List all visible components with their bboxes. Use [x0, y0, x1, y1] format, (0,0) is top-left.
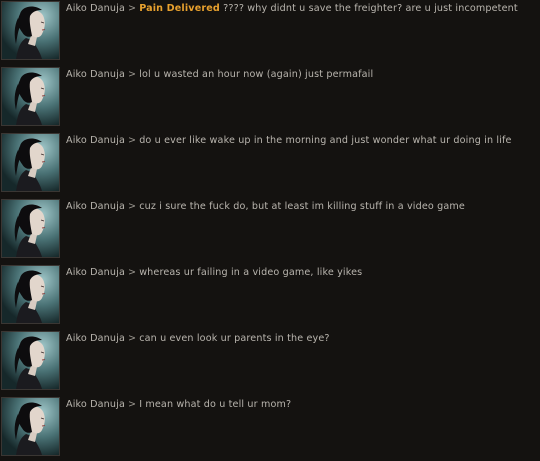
sender-name[interactable]: Aiko Danuja: [66, 135, 125, 146]
message-text: cuz i sure the fuck do, but at least im …: [139, 201, 465, 212]
message-text: ???? why didnt u save the freighter? are…: [219, 3, 518, 14]
avatar[interactable]: [1, 265, 60, 324]
sender-name[interactable]: Aiko Danuja: [66, 69, 125, 80]
chat-message: Aiko Danuja > Pain Delivered ???? why didn…: [0, 0, 540, 64]
character-portrait-icon: [2, 200, 59, 257]
chat-log: Aiko Danuja > Pain Delivered ???? why didn…: [0, 0, 540, 461]
separator-icon: >: [127, 135, 137, 146]
character-portrait-icon: [2, 134, 59, 191]
character-portrait-icon: [2, 2, 59, 59]
message-text: I mean what do u tell ur mom?: [139, 399, 292, 410]
message-text: lol u wasted an hour now (again) just pe…: [139, 69, 374, 80]
separator-icon: >: [127, 3, 137, 14]
separator-icon: >: [127, 267, 137, 278]
sender-name[interactable]: Aiko Danuja: [66, 201, 125, 212]
character-portrait-icon: [2, 332, 59, 389]
message-line: Aiko Danuja > lol u wasted an hour now (ag…: [66, 69, 373, 80]
chat-message: Aiko Danuja > cuz i sure the fuck do, but …: [0, 198, 540, 262]
separator-icon: >: [127, 399, 137, 410]
separator-icon: >: [127, 333, 137, 344]
avatar[interactable]: [1, 67, 60, 126]
avatar[interactable]: [1, 331, 60, 390]
chat-message: Aiko Danuja > do u ever like wake up in th…: [0, 132, 540, 196]
message-line: Aiko Danuja > do u ever like wake up in th…: [66, 135, 512, 146]
message-line: Aiko Danuja > I mean what do u tell ur mom…: [66, 399, 291, 410]
mention-link[interactable]: Pain Delivered: [139, 3, 220, 14]
message-text: can u even look ur parents in the eye?: [139, 333, 330, 344]
chat-message: Aiko Danuja > lol u wasted an hour now (ag…: [0, 66, 540, 130]
sender-name[interactable]: Aiko Danuja: [66, 333, 125, 344]
message-text: whereas ur failing in a video game, like…: [139, 267, 363, 278]
message-line: Aiko Danuja > can u even look ur parents i…: [66, 333, 330, 344]
chat-message: Aiko Danuja > I mean what do u tell ur mom…: [0, 396, 540, 460]
chat-message: Aiko Danuja > whereas ur failing in a vide…: [0, 264, 540, 328]
avatar[interactable]: [1, 397, 60, 456]
sender-name[interactable]: Aiko Danuja: [66, 267, 125, 278]
message-line: Aiko Danuja > cuz i sure the fuck do, but …: [66, 201, 465, 212]
character-portrait-icon: [2, 68, 59, 125]
avatar[interactable]: [1, 199, 60, 258]
message-line: Aiko Danuja > Pain Delivered ???? why didn…: [66, 3, 518, 14]
character-portrait-icon: [2, 266, 59, 323]
separator-icon: >: [127, 201, 137, 212]
avatar[interactable]: [1, 133, 60, 192]
character-portrait-icon: [2, 398, 59, 455]
message-text: do u ever like wake up in the morning an…: [139, 135, 512, 146]
sender-name[interactable]: Aiko Danuja: [66, 3, 125, 14]
separator-icon: >: [127, 69, 137, 80]
message-line: Aiko Danuja > whereas ur failing in a vide…: [66, 267, 362, 278]
chat-message: Aiko Danuja > can u even look ur parents i…: [0, 330, 540, 394]
avatar[interactable]: [1, 1, 60, 60]
sender-name[interactable]: Aiko Danuja: [66, 399, 125, 410]
